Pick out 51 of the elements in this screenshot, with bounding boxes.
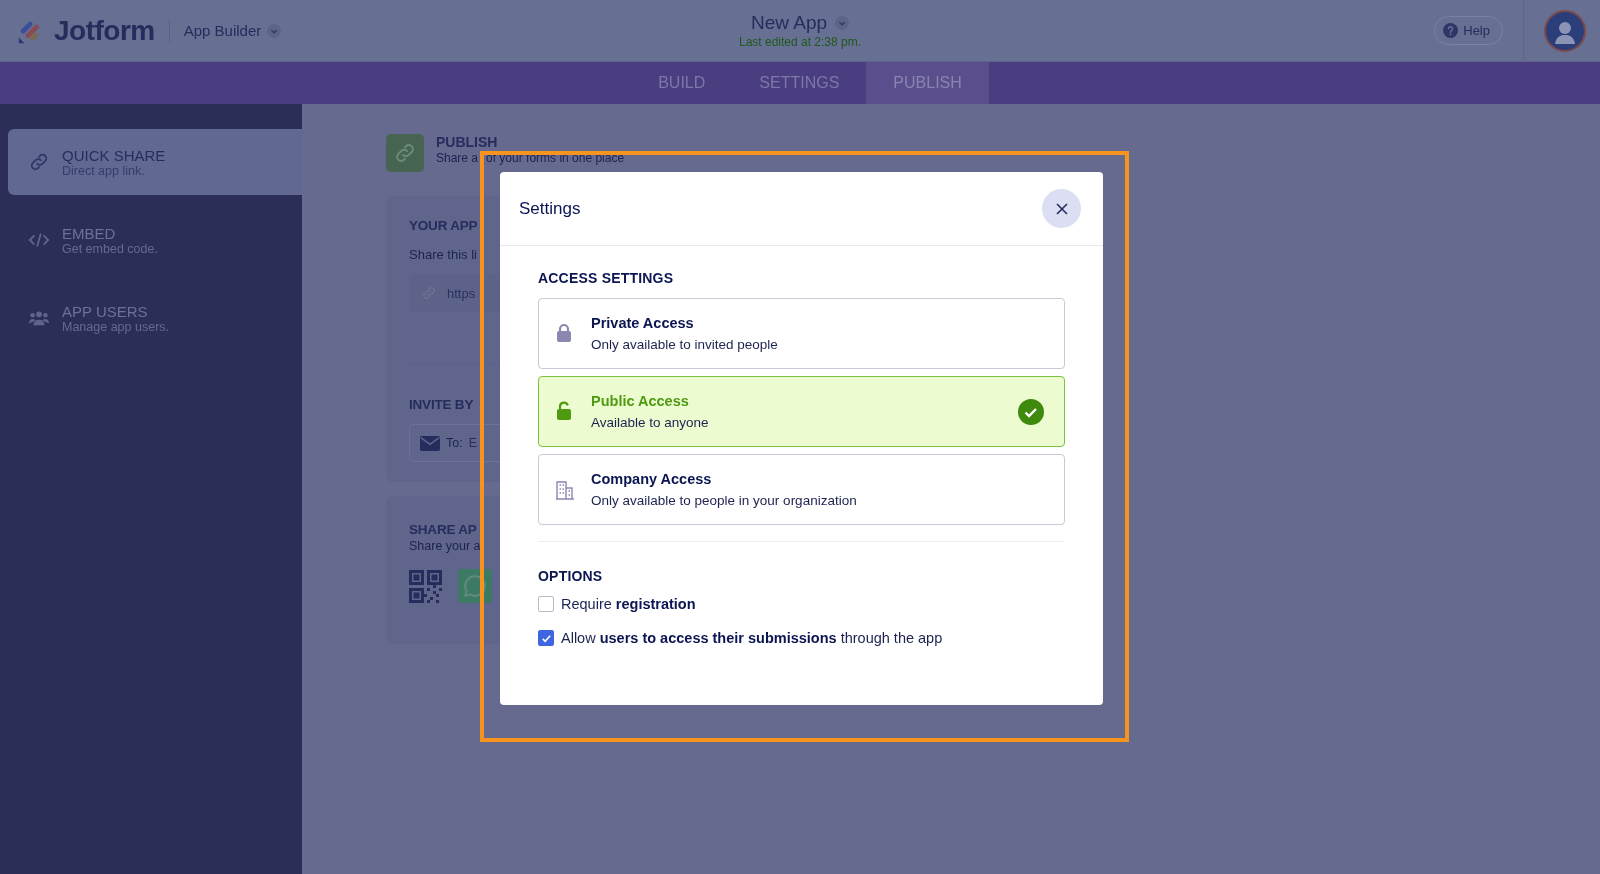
- tab[interactable]: SETTINGS: [732, 62, 867, 104]
- chevron-down-icon: [835, 16, 849, 30]
- card-heading: INVITE BY: [409, 397, 474, 412]
- close-button[interactable]: [1042, 189, 1081, 228]
- sidebar-item-title: EMBED: [62, 224, 117, 242]
- sidebar-item[interactable]: EMBED Get embed code.: [8, 207, 302, 273]
- checkmark-icon: [1018, 398, 1044, 425]
- checkbox-label: Allow users to access their submissions through the app: [561, 630, 943, 646]
- card-heading: YOUR APP: [409, 218, 478, 233]
- access-option[interactable]: Public Access Available to anyone: [538, 376, 1065, 447]
- section-heading: OPTIONS: [538, 568, 604, 584]
- link-icon: [28, 151, 50, 173]
- checkbox[interactable]: [538, 596, 554, 612]
- option-description: Only available to people in your organization: [591, 493, 858, 508]
- help-icon: [1443, 23, 1459, 38]
- product-dropdown[interactable]: App Builder: [183, 22, 282, 39]
- card-text: Share this li: [409, 247, 477, 262]
- access-option[interactable]: Private Access Only available to invited people: [538, 298, 1065, 369]
- section-heading: ACCESS SETTINGS: [538, 270, 675, 286]
- option-title: Company Access: [591, 471, 713, 487]
- close-icon: [1055, 202, 1068, 215]
- option-description: Available to anyone: [591, 415, 710, 430]
- section-subtitle: Share a: [436, 151, 479, 165]
- card-heading: SHARE AP: [409, 522, 477, 537]
- sidebar-item-title: QUICK SHARE: [62, 146, 166, 164]
- sidebar-item-title: APP USERS: [62, 302, 149, 320]
- tab[interactable]: BUILD: [631, 62, 733, 104]
- access-option[interactable]: Company Access Only available to people in your organization: [538, 454, 1065, 525]
- sidebar-item-subtitle: Manage app users.: [62, 319, 169, 334]
- chevron-down-icon: [267, 23, 282, 38]
- logo-wordmark: Jotform: [54, 14, 155, 47]
- dialog-title: Settings: [519, 198, 581, 219]
- link-icon: [386, 134, 424, 172]
- option-title: Public Access: [591, 393, 690, 409]
- checkmark-icon: [540, 632, 552, 644]
- envelope-icon: [420, 435, 440, 451]
- checkbox[interactable]: [538, 630, 554, 646]
- checkbox-label: Require registration: [561, 596, 696, 612]
- option-title: Private Access: [591, 315, 695, 331]
- qr-code-icon[interactable]: [409, 569, 442, 603]
- avatar[interactable]: [1544, 9, 1586, 52]
- card-text: Share your a: [409, 539, 481, 553]
- sidebar-item[interactable]: APP USERS Manage app users.: [8, 285, 302, 351]
- sidebar-item-subtitle: Get embed code.: [62, 241, 158, 256]
- last-edited-text: Last edited at 2:38 pm.: [738, 35, 862, 49]
- building-icon: [555, 479, 575, 500]
- email-input[interactable]: E: [468, 436, 491, 450]
- section-title: PUBLISH: [436, 134, 499, 150]
- to-label: To:: [446, 436, 463, 450]
- app-title-dropdown[interactable]: New App: [750, 12, 849, 34]
- option-description: Only available to invited people: [591, 337, 779, 352]
